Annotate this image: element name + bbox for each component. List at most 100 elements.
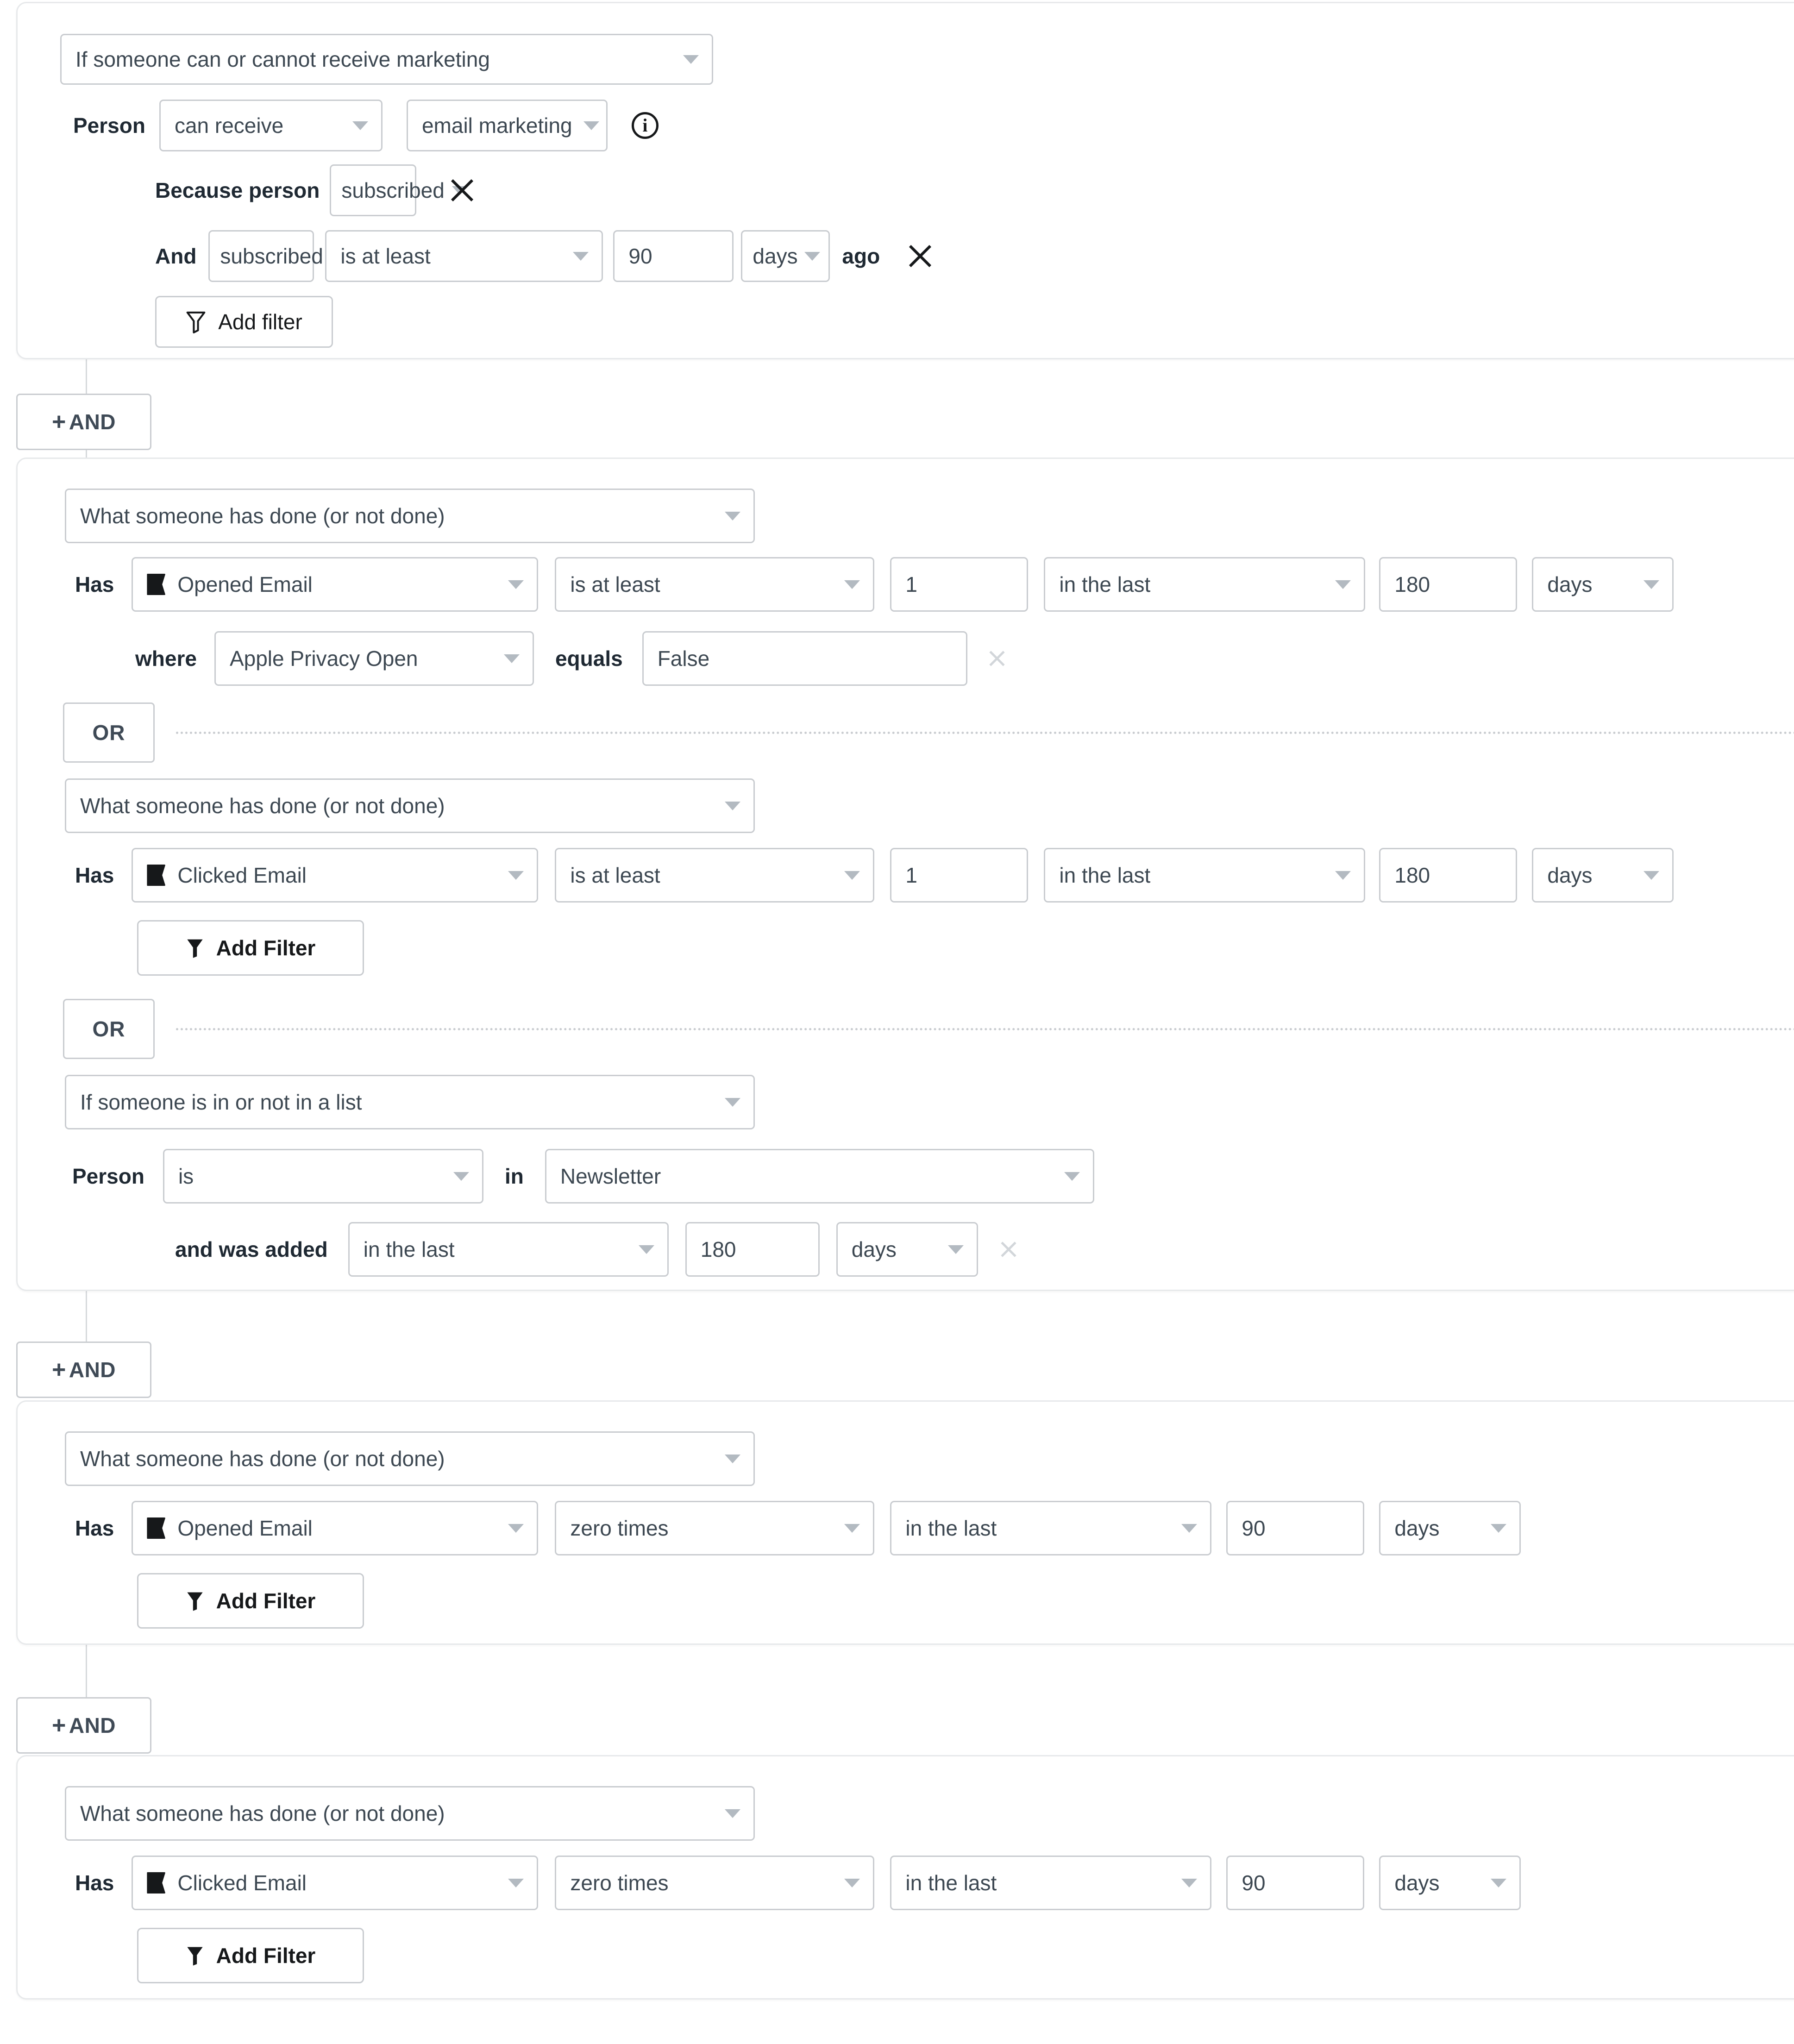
and-unit-select[interactable]: days	[741, 230, 830, 282]
chevron-down-icon	[1335, 580, 1351, 589]
and-label: AND	[69, 1713, 116, 1737]
condition-card-marketing: If someone can or cannot receive marketi…	[16, 2, 1794, 359]
trigger-select-engagement-1[interactable]: What someone has done (or not done)	[65, 489, 755, 543]
or-group-button-1[interactable]: OR	[63, 702, 155, 763]
chevron-down-icon	[947, 1245, 964, 1254]
or-dashed-line	[176, 1028, 1794, 1030]
trigger-select-no-clicks[interactable]: What someone has done (or not done)	[65, 1786, 755, 1841]
person-operator-select[interactable]: can receive	[159, 100, 383, 151]
equals-label: equals	[555, 646, 623, 671]
duration-value-input[interactable]: 90	[1226, 1501, 1365, 1555]
duration-unit-select[interactable]: days	[1532, 848, 1674, 903]
and-value-input[interactable]: 90	[613, 230, 734, 282]
add-filter-button-clicked-email[interactable]: Add Filter	[137, 920, 364, 976]
metric-select-opened-email[interactable]: Opened Email	[132, 557, 539, 612]
metric-icon	[147, 1872, 166, 1894]
has-label: Has	[75, 572, 114, 596]
add-filter-label: Add Filter	[216, 1944, 316, 1968]
metric-select-clicked-email[interactable]: Clicked Email	[132, 848, 539, 903]
chevron-down-icon	[844, 1878, 860, 1887]
duration-value-input[interactable]: 90	[1226, 1856, 1365, 1910]
where-row-apple-privacy: where Apple Privacy Open equals False	[135, 631, 1007, 686]
because-person-row: Because person subscribed	[155, 164, 476, 216]
add-and-group-button-1[interactable]: + AND	[16, 394, 151, 450]
and-operator-select[interactable]: is at least	[325, 230, 603, 282]
was-added-timeframe-select[interactable]: in the last	[348, 1222, 669, 1277]
list-select[interactable]: Newsletter	[545, 1149, 1094, 1204]
chevron-down-icon	[508, 580, 524, 589]
person-channel-value: email marketing	[421, 113, 572, 138]
person-label: Person	[73, 113, 145, 138]
was-added-unit-select[interactable]: days	[836, 1222, 978, 1277]
chevron-down-icon	[638, 1245, 654, 1254]
trigger-select-list-membership[interactable]: If someone is in or not in a list	[65, 1075, 755, 1129]
info-circle-icon[interactable]: i	[631, 112, 659, 139]
list-name-value: Newsletter	[560, 1164, 661, 1188]
metric-select-opened-email[interactable]: Opened Email	[132, 1501, 539, 1555]
was-added-row: and was added in the last 180 days	[175, 1222, 1019, 1277]
add-and-group-button-2[interactable]: + AND	[16, 1342, 151, 1398]
trigger-select-no-opens[interactable]: What someone has done (or not done)	[65, 1431, 755, 1486]
trigger-select-label: What someone has done (or not done)	[80, 794, 445, 818]
chevron-down-icon	[508, 871, 524, 880]
count-operator-select[interactable]: zero times	[555, 1856, 875, 1910]
chevron-down-icon	[1181, 1878, 1198, 1887]
person-row: Person can receive email marketing i	[73, 100, 659, 151]
trigger-select-label: If someone is in or not in a list	[80, 1090, 362, 1114]
trigger-select-label: What someone has done (or not done)	[80, 1801, 445, 1825]
remove-where-condition-icon[interactable]	[987, 648, 1007, 669]
duration-unit-select[interactable]: days	[1379, 1856, 1521, 1910]
because-person-select[interactable]: subscribed	[330, 164, 468, 216]
and-field-select[interactable]: subscribed date	[208, 230, 393, 282]
where-field-select[interactable]: Apple Privacy Open	[214, 631, 534, 686]
because-person-value: subscribed	[341, 178, 445, 202]
or-group-button-2[interactable]: OR	[63, 999, 155, 1059]
person-channel-select[interactable]: email marketing	[406, 100, 608, 151]
plus-icon: +	[51, 408, 66, 435]
segment-builder-canvas: If someone can or cannot receive marketi…	[0, 0, 1794, 2044]
remove-and-condition-icon[interactable]	[907, 243, 934, 270]
was-added-duration-input[interactable]: 180	[685, 1222, 820, 1277]
duration-unit-select[interactable]: days	[1532, 557, 1674, 612]
duration-value-input[interactable]: 180	[1379, 557, 1518, 612]
trigger-select-marketing[interactable]: If someone can or cannot receive marketi…	[60, 34, 713, 85]
plus-icon: +	[51, 1712, 66, 1739]
chevron-down-icon	[1181, 1524, 1198, 1533]
count-value-input[interactable]: 1	[890, 557, 1029, 612]
duration-value-input[interactable]: 180	[1379, 848, 1518, 903]
add-filter-button-marketing[interactable]: Add filter	[155, 296, 333, 348]
remove-was-added-condition-icon[interactable]	[998, 1239, 1019, 1260]
has-row-clicked-email-zero: Has Clicked Email zero times in the last…	[75, 1856, 1521, 1910]
add-filter-button-no-opens[interactable]: Add Filter	[137, 1573, 364, 1629]
timeframe-select[interactable]: in the last	[890, 1501, 1212, 1555]
metric-value: Opened Email	[177, 572, 313, 596]
add-filter-button-no-clicks[interactable]: Add Filter	[137, 1928, 364, 1983]
condition-card-no-clicks: What someone has done (or not done) Has …	[16, 1755, 1794, 2000]
because-person-label: Because person	[155, 178, 320, 202]
timeframe-select[interactable]: in the last	[1044, 848, 1366, 903]
trigger-select-engagement-2[interactable]: What someone has done (or not done)	[65, 778, 755, 833]
where-label: where	[135, 646, 197, 671]
count-operator-select[interactable]: is at least	[555, 848, 875, 903]
was-added-duration-text: 180	[700, 1237, 736, 1261]
was-added-timeframe-value: in the last	[363, 1237, 455, 1261]
list-membership-operator-select[interactable]: is	[163, 1149, 483, 1204]
where-value-input[interactable]: False	[642, 631, 967, 686]
chevron-down-icon	[804, 251, 820, 261]
remove-because-condition-icon[interactable]	[449, 177, 476, 204]
funnel-icon	[187, 939, 203, 958]
timeframe-select[interactable]: in the last	[1044, 557, 1366, 612]
duration-unit-select[interactable]: days	[1379, 1501, 1521, 1555]
timeframe-value: in the last	[1059, 863, 1151, 887]
metric-select-clicked-email[interactable]: Clicked Email	[132, 1856, 539, 1910]
and-value-text: 90	[628, 244, 652, 268]
add-and-group-button-3[interactable]: + AND	[16, 1697, 151, 1754]
count-operator-select[interactable]: zero times	[555, 1501, 875, 1555]
chevron-down-icon	[844, 1524, 860, 1533]
metric-value: Opened Email	[177, 1516, 313, 1540]
timeframe-select[interactable]: in the last	[890, 1856, 1212, 1910]
count-operator-select[interactable]: is at least	[555, 557, 875, 612]
or-label: OR	[92, 721, 125, 745]
chevron-down-icon	[683, 55, 699, 64]
count-value-input[interactable]: 1	[890, 848, 1029, 903]
